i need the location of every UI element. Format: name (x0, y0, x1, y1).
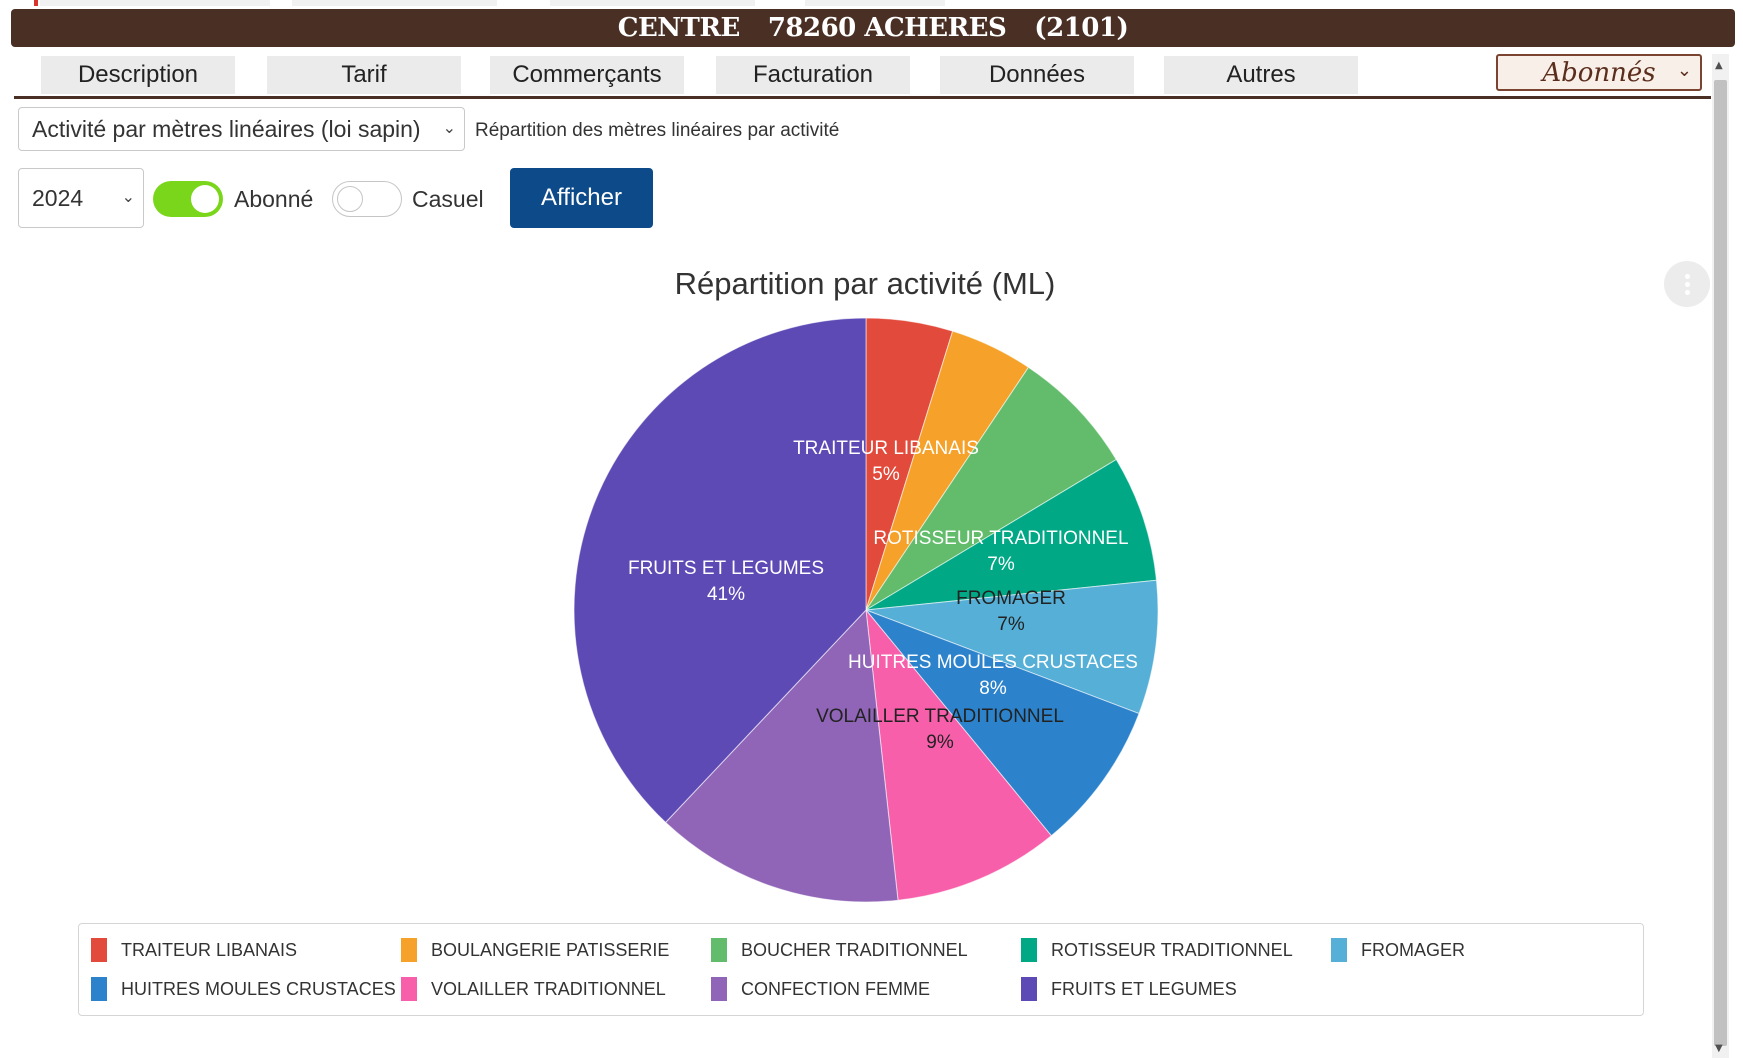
tab-tarif[interactable]: Tarif (267, 56, 461, 94)
legend-label: CONFECTION FEMME (741, 978, 930, 999)
chart-menu-icon[interactable] (1664, 261, 1710, 307)
tab-description[interactable]: Description (41, 56, 235, 94)
scrollbar-thumb[interactable] (1714, 80, 1727, 1046)
top-tab[interactable] (292, 0, 497, 6)
legend-swatch (711, 977, 727, 1001)
legend-swatch (401, 977, 417, 1001)
legend-swatch (401, 938, 417, 962)
chart-title: Répartition par activité (ML) (674, 266, 1056, 301)
legend-swatch (91, 977, 107, 1001)
chart-legend: TRAITEUR LIBANAIS BOULANGERIE PATISSERIE B… (78, 923, 1644, 1016)
legend-label: ROTISSEUR TRADITIONNEL (1051, 939, 1293, 960)
subscriber-filter-value: Abonnés (1542, 57, 1656, 88)
toggle-knob (337, 186, 363, 212)
report-select[interactable]: Activité par mètres linéaires (loi sapin… (18, 107, 465, 151)
section-nav: Description Tarif Commerçants Facturatio… (14, 52, 1711, 99)
legend-label: BOUCHER TRADITIONNEL (741, 939, 968, 960)
chevron-down-icon: ⌄ (1676, 60, 1692, 81)
legend-label: BOULANGERIE PATISSERIE (431, 939, 670, 960)
legend-item[interactable]: VOLAILLER TRADITIONNEL (401, 976, 666, 1002)
legend-label: FRUITS ET LEGUMES (1051, 978, 1237, 999)
subscriber-filter-select[interactable]: Abonnés ⌄ (1496, 54, 1702, 91)
tab-autres[interactable]: Autres (1164, 56, 1358, 94)
legend-label: HUITRES MOULES CRUSTACES (121, 978, 396, 999)
tab-facturation[interactable]: Facturation (716, 56, 910, 94)
pie-chart: TRAITEUR LIBANAIS5%ROTISSEUR TRADITIONNE… (573, 317, 1159, 903)
top-tab[interactable] (550, 0, 755, 6)
legend-item[interactable]: ROTISSEUR TRADITIONNEL (1021, 937, 1293, 963)
legend-swatch (1021, 938, 1037, 962)
tab-donnees[interactable]: Données (940, 56, 1134, 94)
scroll-down-icon[interactable]: ▼ (1715, 1043, 1723, 1054)
toggle-knob (191, 185, 219, 213)
legend-item[interactable]: BOUCHER TRADITIONNEL (711, 937, 968, 963)
market-header: CENTRE 78260 ACHERES (2101) (11, 9, 1735, 47)
legend-item[interactable]: FRUITS ET LEGUMES (1021, 976, 1237, 1002)
chevron-down-icon: ⌄ (442, 120, 456, 137)
tab-commercants[interactable]: Commerçants (490, 56, 684, 94)
chevron-down-icon: ⌄ (121, 189, 135, 206)
subscriber-toggle[interactable] (153, 181, 223, 217)
show-button[interactable]: Afficher (510, 168, 653, 228)
report-description: Répartition des mètres linéaires par act… (475, 120, 840, 141)
top-tabs-strip (0, 0, 1743, 8)
legend-item[interactable]: BOULANGERIE PATISSERIE (401, 937, 669, 963)
legend-swatch (1021, 977, 1037, 1001)
legend-label: FROMAGER (1361, 939, 1466, 960)
header-code: (2101) (1034, 13, 1129, 43)
casual-toggle[interactable] (332, 181, 402, 217)
header-city: 78260 ACHERES (767, 13, 1007, 43)
active-tab-marker (34, 0, 38, 6)
scroll-up-icon[interactable]: ▲ (1715, 60, 1723, 71)
report-select-value: Activité par mètres linéaires (loi sapin… (32, 115, 421, 142)
top-tab[interactable] (40, 0, 270, 6)
legend-swatch (711, 938, 727, 962)
legend-item[interactable]: HUITRES MOULES CRUSTACES (91, 976, 396, 1002)
subscriber-toggle-label: Abonné (234, 186, 314, 212)
legend-label: TRAITEUR LIBANAIS (121, 939, 298, 960)
legend-label: VOLAILLER TRADITIONNEL (431, 978, 666, 999)
year-select[interactable]: 2024 ⌄ (18, 168, 144, 228)
legend-swatch (1331, 938, 1347, 962)
legend-item[interactable]: FROMAGER (1331, 937, 1465, 963)
top-tab[interactable] (805, 0, 945, 6)
legend-item[interactable]: TRAITEUR LIBANAIS (91, 937, 297, 963)
header-center: CENTRE (617, 13, 741, 43)
legend-swatch (91, 938, 107, 962)
legend-item[interactable]: CONFECTION FEMME (711, 976, 930, 1002)
page-scrollbar[interactable]: ▲ ▼ (1712, 54, 1729, 1058)
year-select-value: 2024 (32, 184, 84, 211)
casual-toggle-label: Casuel (412, 186, 484, 212)
